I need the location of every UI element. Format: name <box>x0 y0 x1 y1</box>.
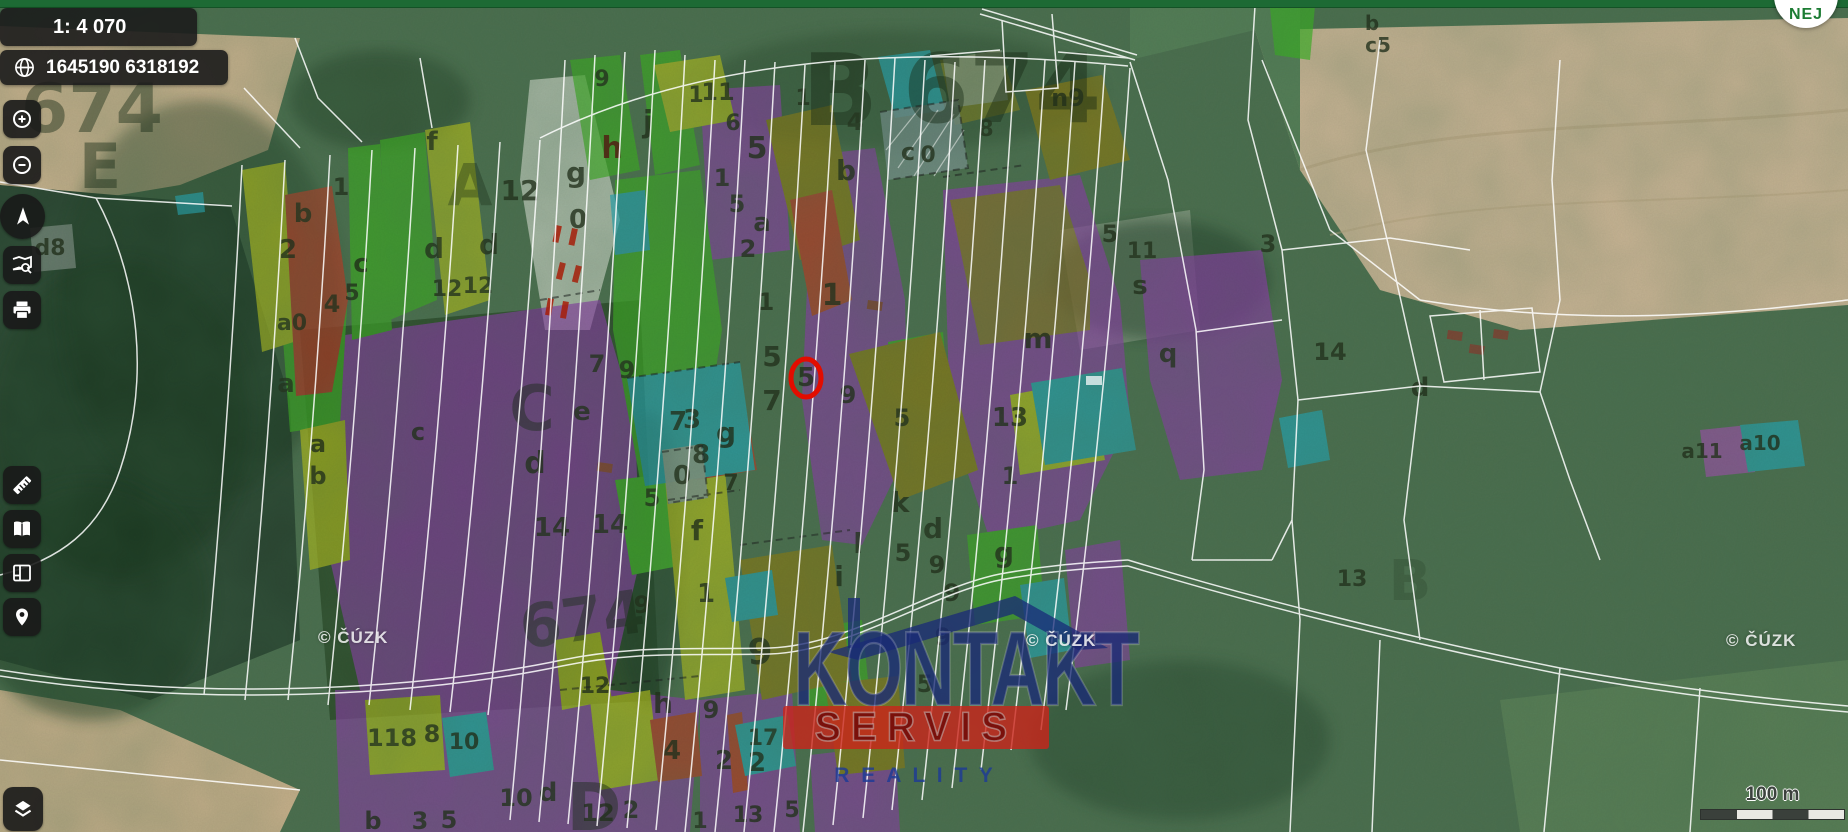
map-search-icon <box>10 253 34 277</box>
legend-book-button[interactable] <box>3 510 41 548</box>
measure-ruler-button[interactable] <box>3 466 41 504</box>
layout-panels-button[interactable] <box>3 554 41 592</box>
location-pin-icon <box>10 605 34 629</box>
zoom-in-icon <box>10 107 34 131</box>
legend-book-icon <box>10 517 34 541</box>
zoom-out-button[interactable] <box>3 146 41 184</box>
layers-icon <box>10 796 36 822</box>
scale-indicator-text: 1: 4 070 <box>53 16 126 39</box>
print-icon <box>10 298 34 322</box>
zoom-in-button[interactable] <box>3 100 41 138</box>
map-search-button[interactable] <box>3 246 41 284</box>
coordinate-readout: 1645190 6318192 <box>0 50 228 85</box>
coordinate-text: 1645190 6318192 <box>46 57 199 79</box>
terrain-noise <box>0 0 1848 832</box>
top-accent-bar <box>0 0 1848 8</box>
layers-button[interactable] <box>3 787 43 831</box>
globe-icon <box>13 56 36 79</box>
north-arrow-icon <box>10 204 36 230</box>
scalebar-label: 100 m <box>1700 784 1845 806</box>
scalebar-graphic <box>1700 809 1845 820</box>
location-pin-button[interactable] <box>3 598 41 636</box>
map-application-window: B674674EAC674DB d824a01bc5aabcfdd121212g… <box>0 0 1848 832</box>
layout-panels-icon <box>10 561 34 585</box>
north-arrow-button[interactable] <box>0 194 45 239</box>
scale-indicator: 1: 4 070 <box>0 8 197 46</box>
nej-logo-text: NEJ <box>1789 6 1823 24</box>
map-canvas[interactable]: B674674EAC674DB d824a01bc5aabcfdd121212g… <box>0 0 1848 832</box>
print-button[interactable] <box>3 291 41 329</box>
zoom-out-icon <box>10 153 34 177</box>
measure-ruler-icon <box>9 472 35 498</box>
scalebar: 100 m <box>1700 784 1845 820</box>
